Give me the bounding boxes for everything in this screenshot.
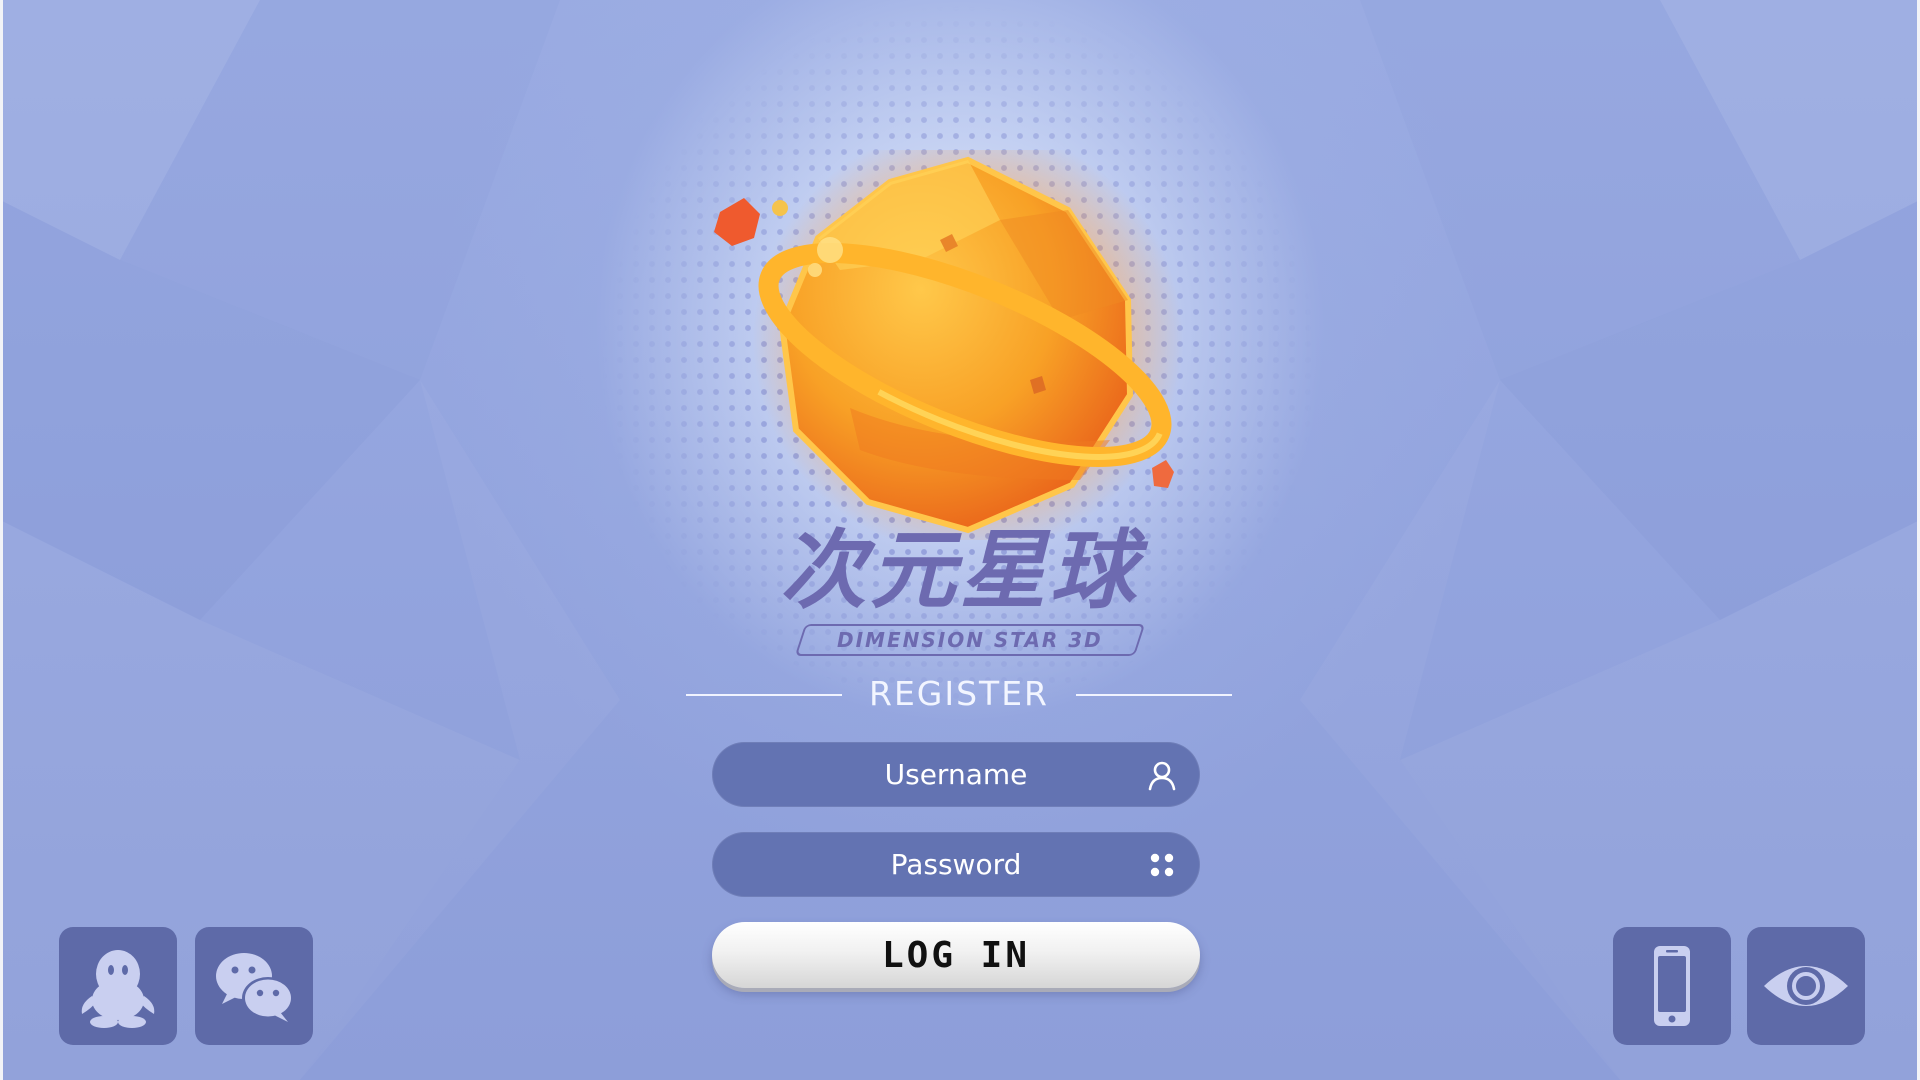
keypad-icon [1150, 853, 1174, 877]
logo-title: 次元星球 [780, 521, 1140, 621]
wechat-icon [216, 953, 294, 1022]
logo-subtitle-badge: DIMENSION STAR 3D [794, 624, 1146, 656]
guest-login-button[interactable] [1747, 927, 1865, 1045]
planet-logo-icon [714, 150, 1183, 540]
phone-login-button[interactable] [1613, 927, 1731, 1045]
user-icon [1148, 761, 1176, 791]
mobile-phone-icon [1654, 946, 1690, 1026]
password-field[interactable] [712, 832, 1200, 897]
divider-left [686, 694, 842, 696]
login-button-label: LOG IN [881, 934, 1031, 976]
register-heading[interactable]: REGISTER [842, 674, 1076, 713]
username-input[interactable] [712, 742, 1200, 807]
username-field[interactable] [712, 742, 1200, 807]
password-input[interactable] [712, 832, 1200, 897]
divider-right [1076, 694, 1232, 696]
qq-login-button[interactable] [59, 927, 177, 1045]
logo-subtitle-text: DIMENSION STAR 3D [837, 628, 1103, 652]
login-button[interactable]: LOG IN [712, 922, 1200, 988]
qq-penguin-icon [81, 950, 155, 1028]
wechat-login-button[interactable] [195, 927, 313, 1045]
eye-icon [1764, 966, 1848, 1006]
left-edge [0, 0, 3, 1080]
